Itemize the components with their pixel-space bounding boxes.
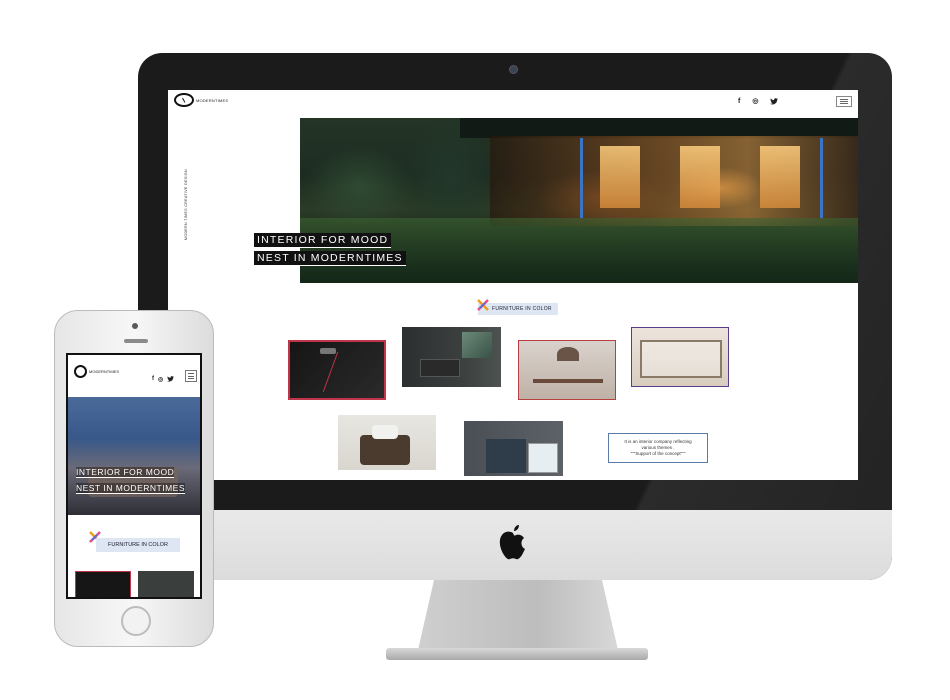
hero-title-line1: INTERIOR FOR MOOD	[254, 233, 392, 248]
instagram-icon[interactable]: ◎	[158, 376, 163, 384]
mobile-product-thumb-lounge[interactable]	[138, 571, 194, 597]
pillow	[372, 425, 398, 439]
section-title: FURNITURE IN COLOR	[477, 299, 558, 315]
hamburger-menu-icon[interactable]	[836, 96, 852, 107]
apple-logo-icon	[499, 525, 525, 560]
mobile-website-screen: MODERNTIMES f ◎ INTERIOR FOR MOOD NEST I…	[66, 353, 202, 599]
brand-name: MODERNTIMES	[196, 97, 229, 103]
imac-stand-base	[386, 648, 648, 660]
mobile-product-thumb-lamp[interactable]	[75, 571, 131, 597]
product-thumb-dining[interactable]	[518, 340, 616, 400]
clock-logo-icon	[174, 93, 194, 107]
product-thumb-lamp[interactable]	[288, 340, 386, 400]
clock-logo-icon	[74, 365, 87, 378]
facebook-icon[interactable]: f	[738, 98, 740, 108]
site-logo[interactable]: MODERNTIMES	[174, 93, 228, 107]
cabinet-white	[528, 443, 558, 473]
imac-stand-neck	[418, 580, 618, 650]
hero-window	[600, 146, 640, 208]
mobile-social-links: f ◎	[152, 376, 175, 384]
shelf-unit	[640, 340, 722, 378]
mobile-section-title: FURNITURE IN COLOR	[96, 538, 180, 552]
camera-icon	[509, 65, 518, 74]
vertical-tagline: MODERN TIMES CREATIVE DESIGN	[184, 169, 188, 240]
mobile-hero-title-line1: INTERIOR FOR MOOD	[76, 467, 175, 478]
social-links: f ◎	[738, 98, 779, 108]
device-mockup-stage: MODERNTIMES f ◎ MODERN TIMES CREATIVE DE…	[0, 0, 950, 700]
hero-house	[490, 136, 858, 226]
wall-art	[462, 332, 492, 358]
desktop-website-screen: MODERNTIMES f ◎ MODERN TIMES CREATIVE DE…	[168, 90, 858, 480]
product-thumb-lounge[interactable]	[402, 327, 501, 387]
product-thumb-shelf[interactable]	[631, 327, 729, 387]
lounge-chair	[420, 359, 460, 377]
twitter-icon[interactable]	[167, 376, 175, 384]
hero-light-strip	[580, 138, 583, 218]
hero-window	[680, 146, 720, 208]
mobile-hero-title-line2: NEST IN MODERNTIMES	[76, 483, 185, 494]
mobile-site-logo[interactable]: MODERNTIMES	[74, 365, 119, 378]
colorful-x-icon	[477, 299, 489, 311]
pendant-lamp	[557, 347, 579, 361]
armchair	[360, 435, 410, 465]
company-info-box: It is an interior company reflecting var…	[608, 433, 708, 463]
cabinet-blue	[486, 439, 526, 473]
home-button[interactable]	[121, 606, 151, 636]
twitter-icon[interactable]	[770, 98, 779, 108]
section-title-text: FURNITURE IN COLOR	[492, 306, 552, 312]
mobile-hero-image	[68, 397, 200, 515]
lamp-stand	[322, 352, 368, 392]
lamp-head	[320, 348, 336, 354]
product-thumb-armchair[interactable]	[338, 415, 436, 470]
dining-table	[533, 379, 603, 383]
hero-window	[760, 146, 800, 208]
product-thumb-cabinet[interactable]	[464, 421, 563, 476]
facebook-icon[interactable]: f	[152, 376, 154, 384]
hero-light-strip	[820, 138, 823, 218]
hero-roof	[460, 118, 858, 138]
phone-speaker	[124, 339, 148, 343]
mobile-hamburger-menu-icon[interactable]	[185, 370, 197, 382]
mobile-brand-name: MODERNTIMES	[89, 369, 119, 374]
instagram-icon[interactable]: ◎	[752, 98, 758, 108]
hero-title-line2: NEST IN MODERNTIMES	[254, 251, 406, 266]
info-line3: """Support of the concept"""	[630, 451, 686, 456]
front-camera-icon	[132, 323, 138, 329]
